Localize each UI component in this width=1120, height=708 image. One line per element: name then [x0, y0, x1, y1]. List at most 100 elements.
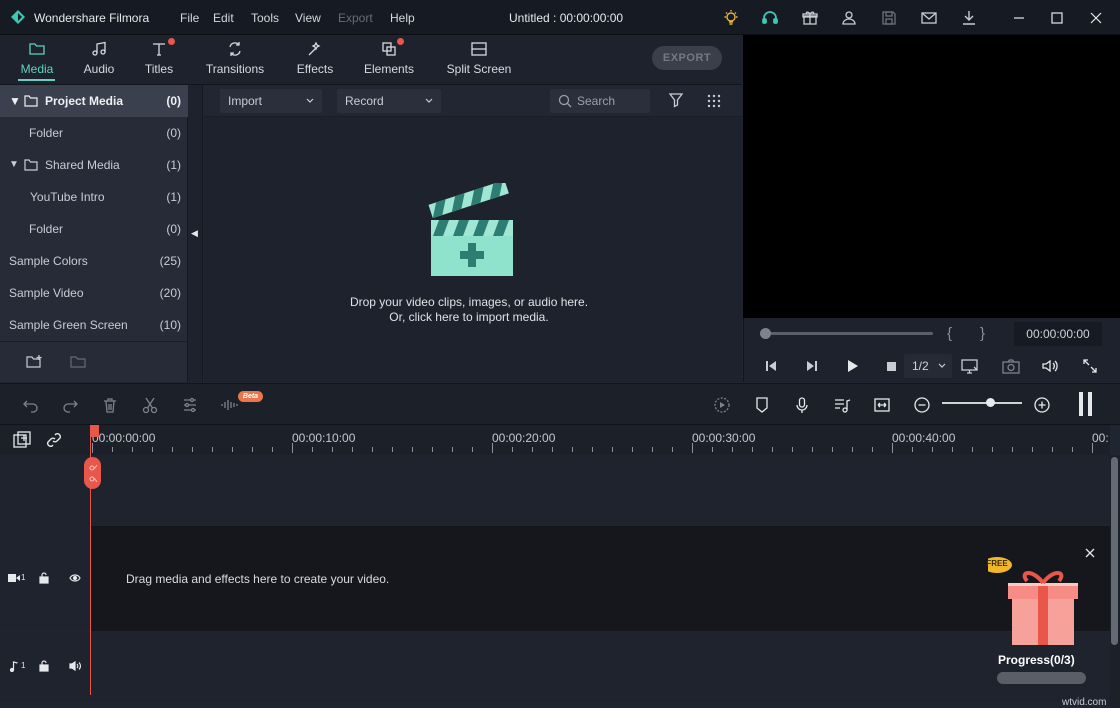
undo-icon[interactable] [22, 396, 40, 414]
sidebar-collapse-strip[interactable]: ◀ [188, 85, 203, 382]
sidebar-item-sample-video[interactable]: Sample Video (20) [0, 277, 188, 309]
tab-titles[interactable]: Titles [134, 35, 184, 85]
mark-in-icon[interactable]: { [947, 325, 952, 342]
audio-mixer-icon[interactable] [833, 396, 851, 414]
previous-frame-icon[interactable] [763, 358, 779, 374]
menu-export[interactable]: Export [338, 11, 373, 25]
sidebar-item-folder[interactable]: Folder (0) [0, 117, 188, 149]
speaker-icon[interactable] [69, 661, 81, 671]
grid-view-icon[interactable] [706, 93, 722, 109]
timeline-pause-icon[interactable] [1079, 392, 1093, 416]
audio-waveform-icon[interactable] [220, 396, 238, 414]
microphone-icon[interactable] [793, 396, 811, 414]
mail-icon[interactable] [920, 9, 938, 27]
menu-help[interactable]: Help [390, 11, 415, 25]
menu-file[interactable]: File [180, 11, 199, 25]
audio-track-1[interactable] [0, 632, 1110, 702]
save-icon[interactable] [880, 9, 898, 27]
tab-split-screen[interactable]: Split Screen [440, 35, 518, 85]
lock-icon[interactable] [39, 660, 49, 672]
filter-icon[interactable] [668, 92, 684, 108]
preview-player[interactable] [743, 35, 1120, 318]
ruler-tick [792, 447, 793, 452]
stop-icon[interactable] [883, 358, 899, 374]
redo-icon[interactable] [61, 396, 79, 414]
lock-icon[interactable] [39, 572, 49, 584]
gift-icon[interactable] [801, 9, 819, 27]
delete-icon[interactable] [101, 396, 119, 414]
sidebar-item-label: Project Media [45, 85, 123, 117]
minimize-icon[interactable] [1010, 9, 1028, 27]
volume-icon[interactable] [1041, 358, 1059, 374]
search-placeholder: Search [577, 94, 615, 108]
search-input[interactable]: Search [550, 89, 650, 113]
fullscreen-icon[interactable] [1082, 358, 1098, 374]
ruler-tick [432, 447, 433, 452]
tab-effects[interactable]: Effects [290, 35, 340, 85]
scrubber-knob[interactable] [760, 328, 771, 339]
close-icon[interactable] [1087, 9, 1105, 27]
scrollbar-thumb[interactable] [1111, 457, 1118, 645]
ruler-tick [192, 447, 193, 452]
export-button[interactable]: EXPORT [652, 46, 722, 70]
playhead-marker[interactable] [91, 425, 99, 437]
account-icon[interactable] [840, 9, 858, 27]
fit-timeline-icon[interactable] [873, 396, 891, 414]
zoom-in-icon[interactable] [1033, 396, 1051, 414]
playhead-handle[interactable] [84, 457, 101, 489]
collapse-arrow-icon[interactable]: ◀ [191, 228, 198, 239]
preview-scrubber[interactable] [763, 332, 933, 335]
sidebar-item-sample-green-screen[interactable]: Sample Green Screen (10) [0, 309, 188, 341]
download-icon[interactable] [960, 9, 978, 27]
quality-value: 1/2 [912, 359, 929, 373]
split-scissors-icon[interactable] [141, 396, 159, 414]
adjust-sliders-icon[interactable] [181, 396, 199, 414]
ruler-tick [932, 447, 933, 452]
tab-elements[interactable]: Elements [360, 35, 418, 85]
play-icon[interactable] [844, 358, 860, 374]
snapshot-camera-icon[interactable] [1002, 358, 1020, 374]
display-settings-icon[interactable] [961, 358, 979, 374]
record-dropdown[interactable]: Record [337, 89, 441, 113]
tab-audio[interactable]: Audio [74, 35, 124, 85]
sidebar-footer [0, 341, 188, 382]
zoom-slider-knob[interactable] [986, 398, 995, 407]
lightbulb-icon[interactable] [722, 9, 740, 27]
sidebar-item-youtube-intro[interactable]: YouTube Intro (1) [0, 181, 188, 213]
maximize-icon[interactable] [1048, 9, 1066, 27]
new-folder-icon[interactable] [26, 354, 44, 370]
next-frame-icon[interactable] [804, 358, 820, 374]
playback-quality-select[interactable]: 1/2 [904, 354, 952, 378]
tab-transitions[interactable]: Transitions [199, 35, 271, 85]
sidebar-item-shared-media[interactable]: ▼ Shared Media (1) [0, 149, 188, 181]
ruler-tick [1052, 447, 1053, 452]
sidebar-item-label: Folder [29, 213, 63, 245]
marker-icon[interactable] [753, 396, 771, 414]
ruler-tick [212, 447, 213, 452]
timeline-ruler[interactable]: 00:00:00:00 00:00:10:00 00:00:20:00 00:0… [0, 425, 1110, 455]
render-preview-icon[interactable] [713, 396, 731, 414]
folder-outline-icon[interactable] [70, 354, 88, 370]
promo-close-icon[interactable] [1084, 547, 1096, 559]
zoom-out-icon[interactable] [913, 396, 931, 414]
add-track-icon[interactable] [13, 431, 31, 449]
link-icon[interactable] [45, 431, 63, 449]
eye-icon[interactable] [69, 573, 81, 583]
ruler-tick [272, 447, 273, 452]
menu-tools[interactable]: Tools [251, 11, 279, 25]
sidebar-item-sample-colors[interactable]: Sample Colors (25) [0, 245, 188, 277]
zoom-slider[interactable] [942, 402, 1022, 404]
ruler-tick [872, 447, 873, 452]
headset-icon[interactable] [761, 9, 779, 27]
import-dropdown[interactable]: Import [220, 89, 322, 113]
timeline-top-area[interactable] [0, 455, 1110, 525]
clapperboard-icon[interactable] [426, 183, 518, 279]
gift-box-icon[interactable]: FREE [988, 557, 1084, 649]
sidebar-item-folder[interactable]: Folder (0) [0, 213, 188, 245]
mark-out-icon[interactable]: } [980, 325, 985, 342]
menu-view[interactable]: View [295, 11, 321, 25]
sidebar-item-project-media[interactable]: ▼ Project Media (0) [0, 85, 188, 117]
menu-edit[interactable]: Edit [213, 11, 234, 25]
tab-media[interactable]: Media [12, 35, 62, 85]
ruler-tick [912, 447, 913, 452]
